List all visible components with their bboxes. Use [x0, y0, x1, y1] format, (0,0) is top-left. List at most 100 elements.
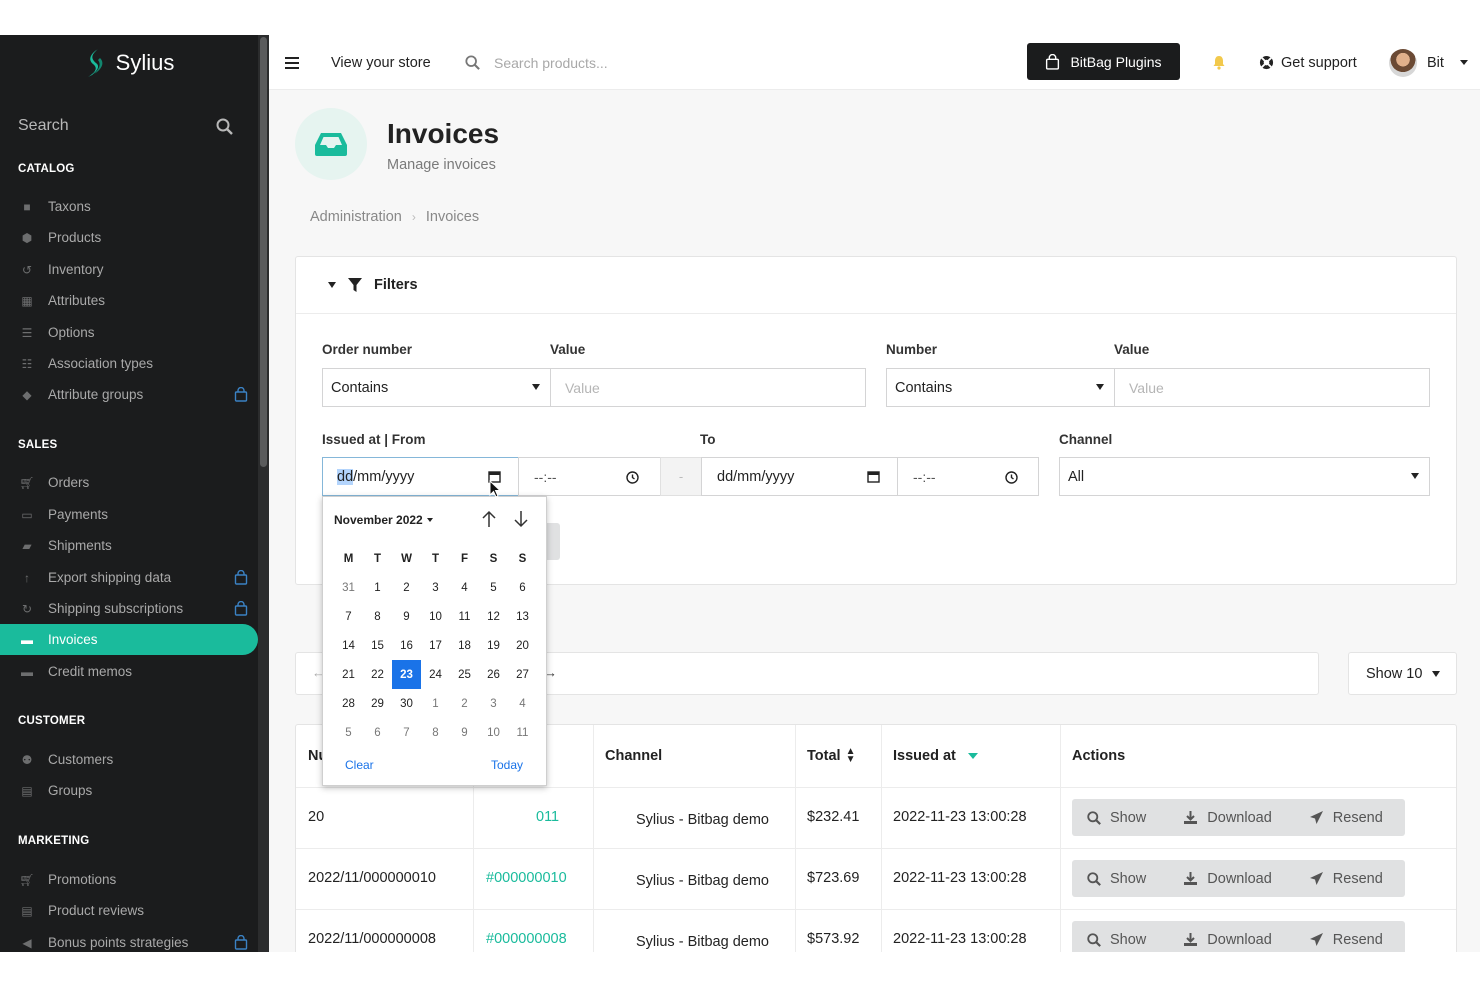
- sidebar-item-association-types[interactable]: ☷ Association types: [0, 348, 258, 379]
- calendar-day[interactable]: 10: [421, 602, 450, 631]
- sidebar-item-invoices[interactable]: ▬ Invoices: [0, 624, 258, 655]
- calendar-day[interactable]: 8: [363, 602, 392, 631]
- sidebar-item-attribute-groups[interactable]: ◆ Attribute groups: [0, 379, 258, 410]
- download-button[interactable]: Download: [1183, 871, 1272, 887]
- product-search[interactable]: Search products...: [465, 35, 608, 90]
- resend-button[interactable]: Resend: [1309, 810, 1383, 826]
- calendar-day[interactable]: 14: [334, 631, 363, 660]
- calendar-day[interactable]: 5: [334, 718, 363, 747]
- sidebar-item-groups[interactable]: ▤ Groups: [0, 775, 258, 806]
- get-support-link[interactable]: Get support: [1259, 35, 1357, 90]
- calendar-day[interactable]: 28: [334, 689, 363, 718]
- order-link[interactable]: #000000008: [486, 909, 567, 952]
- calendar-day[interactable]: 11: [450, 602, 479, 631]
- sidebar-item-export-shipping-data[interactable]: ↑ Export shipping data: [0, 562, 258, 593]
- sidebar-item-inventory[interactable]: ↺ Inventory: [0, 254, 258, 285]
- sidebar-item-orders[interactable]: 🛒︎ Orders: [0, 467, 258, 498]
- order-link[interactable]: #000000010: [486, 848, 567, 908]
- column-issued-at[interactable]: Issued at: [893, 725, 978, 787]
- sidebar-search[interactable]: Search: [18, 115, 233, 137]
- calendar-day[interactable]: 19: [479, 631, 508, 660]
- calendar-day[interactable]: 30: [392, 689, 421, 718]
- calendar-day[interactable]: 3: [421, 573, 450, 602]
- order-number-value-input[interactable]: Value: [550, 368, 866, 407]
- calendar-day[interactable]: 1: [363, 573, 392, 602]
- calendar-day[interactable]: 8: [421, 718, 450, 747]
- menu-toggle[interactable]: [285, 35, 299, 90]
- sidebar-item-bonus-points-strategies[interactable]: ◀ Bonus points strategies: [0, 927, 258, 952]
- sidebar-item-credit-memos[interactable]: ▬ Credit memos: [0, 656, 258, 687]
- sidebar-scrollbar-thumb[interactable]: [260, 37, 267, 467]
- calendar-day[interactable]: 4: [450, 573, 479, 602]
- calendar-day[interactable]: 9: [450, 718, 479, 747]
- calendar-day[interactable]: 1: [421, 689, 450, 718]
- sidebar-item-shipments[interactable]: ▰ Shipments: [0, 530, 258, 561]
- filters-toggle[interactable]: Filters: [296, 257, 1456, 314]
- calendar-day[interactable]: 2: [450, 689, 479, 718]
- sylius-logo[interactable]: Sylius: [0, 45, 258, 81]
- calendar-day[interactable]: 13: [508, 602, 537, 631]
- calendar-day[interactable]: 29: [363, 689, 392, 718]
- bitbag-plugins-button[interactable]: BitBag Plugins: [1027, 43, 1180, 80]
- calendar-day[interactable]: 2: [392, 573, 421, 602]
- sidebar-item-shipping-subscriptions[interactable]: ↻ Shipping subscriptions: [0, 593, 258, 624]
- calendar-day[interactable]: 11: [508, 718, 537, 747]
- clock-icon[interactable]: [1005, 471, 1018, 484]
- calendar-icon[interactable]: [867, 470, 880, 483]
- channel-select[interactable]: All: [1059, 457, 1430, 496]
- month-year-select[interactable]: November 2022: [334, 513, 433, 527]
- calendar-day[interactable]: 6: [508, 573, 537, 602]
- arrow-up-icon[interactable]: [481, 510, 497, 528]
- sidebar-item-attributes[interactable]: ▦ Attributes: [0, 285, 258, 316]
- resend-button[interactable]: Resend: [1309, 932, 1383, 948]
- order-number-operator-select[interactable]: Contains: [322, 368, 551, 407]
- calendar-day[interactable]: 9: [392, 602, 421, 631]
- download-button[interactable]: Download: [1183, 932, 1272, 948]
- today-button[interactable]: Today: [491, 758, 523, 772]
- calendar-day[interactable]: 21: [334, 660, 363, 689]
- calendar-day[interactable]: 17: [421, 631, 450, 660]
- calendar-day[interactable]: 12: [479, 602, 508, 631]
- calendar-day[interactable]: 3: [479, 689, 508, 718]
- view-store-link[interactable]: View your store: [331, 35, 431, 90]
- calendar-day[interactable]: 18: [450, 631, 479, 660]
- issued-from-time-input[interactable]: --:--: [518, 457, 661, 496]
- sidebar-item-options[interactable]: ☰ Options: [0, 317, 258, 348]
- calendar-day[interactable]: 26: [479, 660, 508, 689]
- clear-button[interactable]: Clear: [345, 758, 374, 772]
- sidebar-item-customers[interactable]: ⚉ Customers: [0, 744, 258, 775]
- sidebar-item-promotions[interactable]: 🛒︎ Promotions: [0, 864, 258, 895]
- calendar-day[interactable]: 6: [363, 718, 392, 747]
- calendar-day[interactable]: 16: [392, 631, 421, 660]
- show-button[interactable]: Show: [1087, 810, 1146, 826]
- download-button[interactable]: Download: [1183, 810, 1272, 826]
- arrow-down-icon[interactable]: [513, 510, 529, 528]
- clock-icon[interactable]: [626, 471, 639, 484]
- issued-to-date-input[interactable]: dd/mm/yyyy: [701, 457, 898, 496]
- number-operator-select[interactable]: Contains: [886, 368, 1115, 407]
- calendar-day[interactable]: 4: [508, 689, 537, 718]
- calendar-day[interactable]: 22: [363, 660, 392, 689]
- show-button[interactable]: Show: [1087, 932, 1146, 948]
- sidebar-item-taxons[interactable]: ■ Taxons: [0, 191, 258, 222]
- calendar-day[interactable]: 7: [334, 602, 363, 631]
- resend-button[interactable]: Resend: [1309, 871, 1383, 887]
- calendar-day[interactable]: 25: [450, 660, 479, 689]
- order-link[interactable]: 011: [536, 787, 559, 847]
- user-menu[interactable]: Bit: [1389, 35, 1468, 90]
- column-total[interactable]: Total ▲ ▼: [807, 725, 855, 787]
- sidebar-item-payments[interactable]: ▭ Payments: [0, 499, 258, 530]
- calendar-day[interactable]: 20: [508, 631, 537, 660]
- calendar-day[interactable]: 31: [334, 573, 363, 602]
- calendar-day[interactable]: 5: [479, 573, 508, 602]
- calendar-day[interactable]: 24: [421, 660, 450, 689]
- calendar-day-selected[interactable]: 23: [392, 660, 421, 689]
- calendar-day[interactable]: 15: [363, 631, 392, 660]
- number-value-input[interactable]: Value: [1114, 368, 1430, 407]
- calendar-day[interactable]: 10: [479, 718, 508, 747]
- breadcrumb-administration[interactable]: Administration: [310, 209, 402, 225]
- calendar-day[interactable]: 7: [392, 718, 421, 747]
- sidebar-item-products[interactable]: ⬢ Products: [0, 222, 258, 253]
- show-button[interactable]: Show: [1087, 871, 1146, 887]
- per-page-select[interactable]: Show 10: [1348, 652, 1457, 695]
